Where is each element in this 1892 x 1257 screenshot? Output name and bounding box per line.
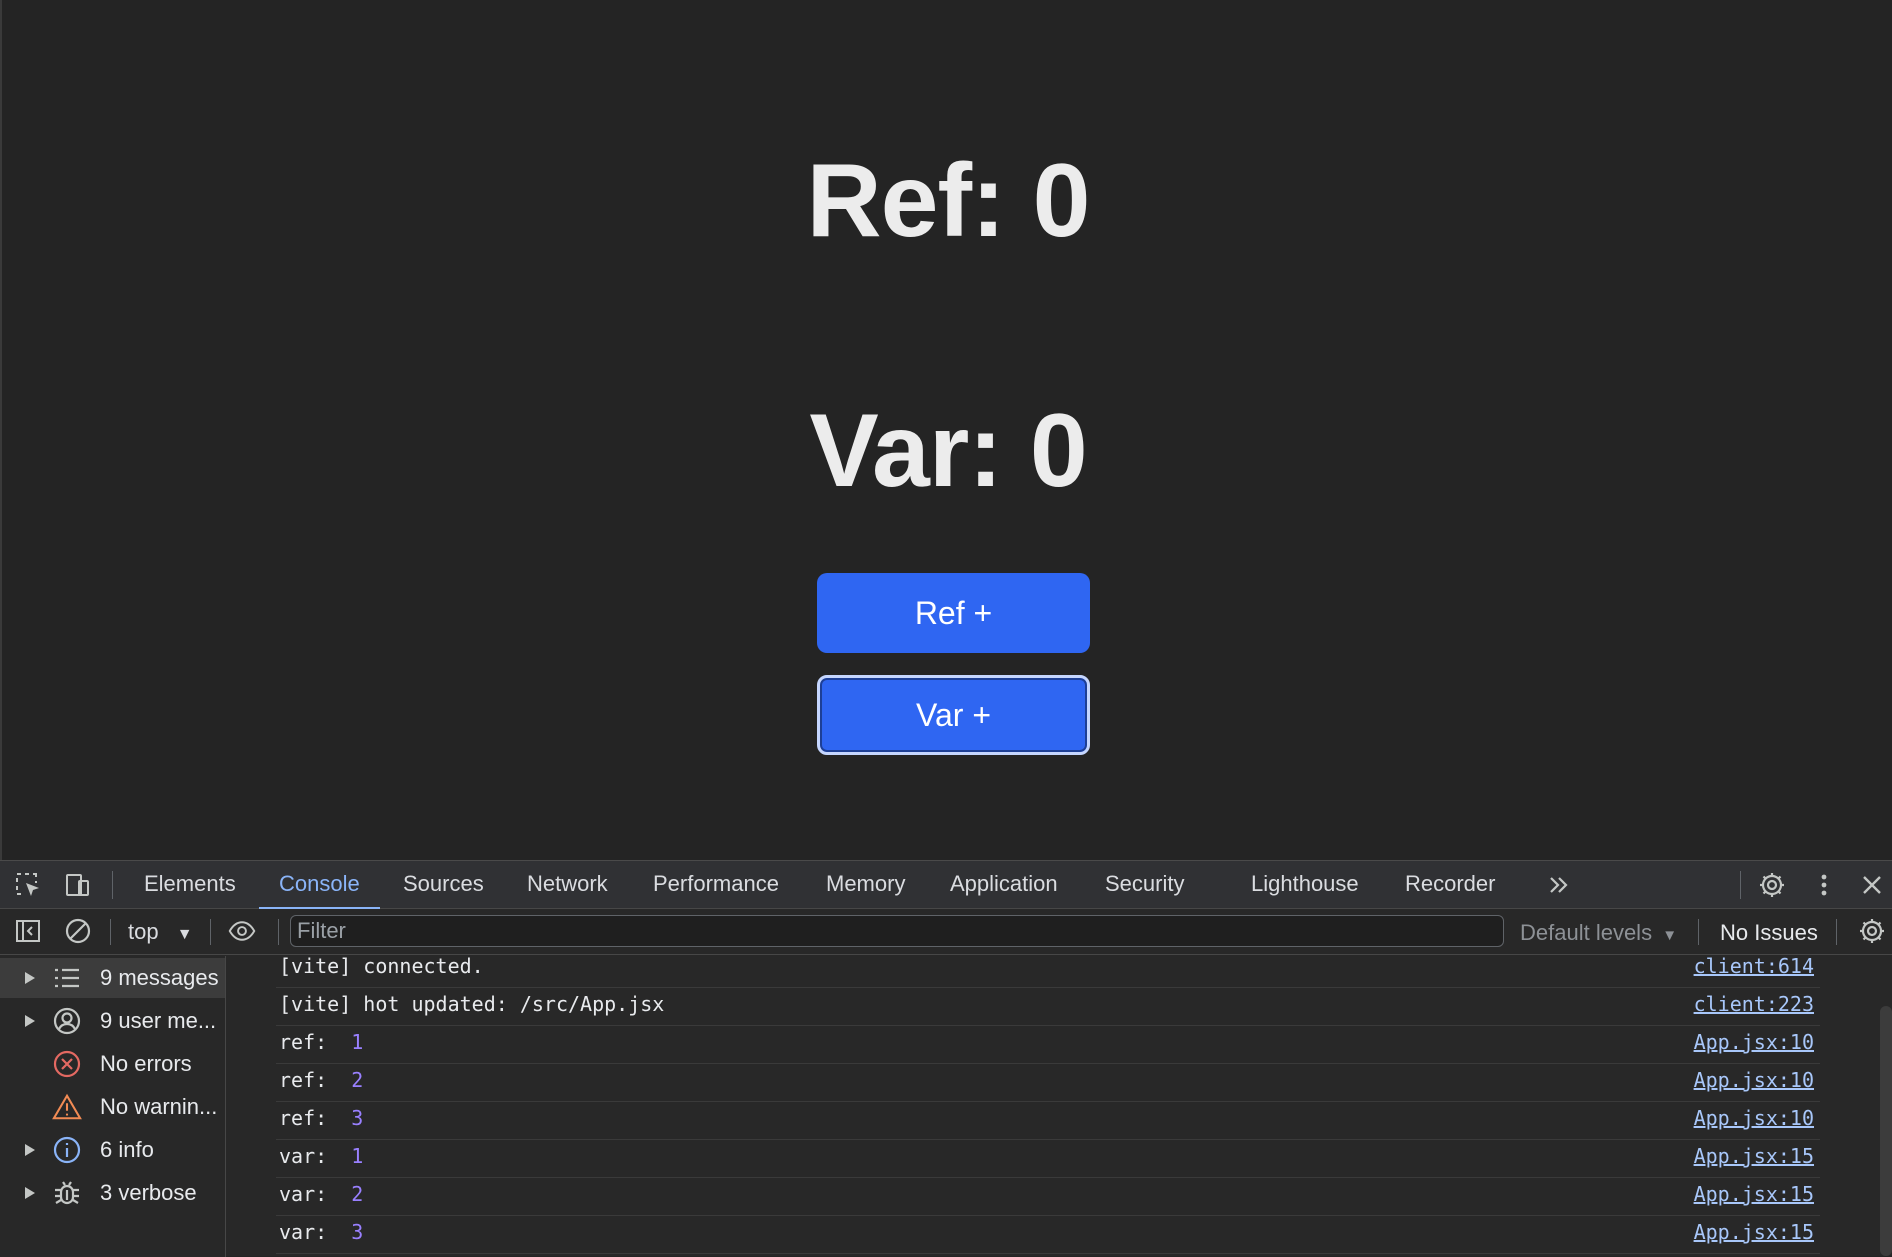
log-entry: ref: 3 App.jsx:10 bbox=[276, 1102, 1820, 1140]
var-counter-heading: Var: 0 bbox=[809, 393, 1087, 509]
more-vertical-icon[interactable] bbox=[1810, 871, 1838, 899]
expand-arrow-icon[interactable] bbox=[24, 1186, 36, 1200]
log-message: [vite] connected. bbox=[279, 956, 484, 978]
sidebar-item-warnings[interactable]: No warnin... bbox=[0, 1087, 225, 1127]
warning-icon bbox=[52, 1092, 82, 1122]
log-entry: var: 2 App.jsx:15 bbox=[276, 1178, 1820, 1216]
console-scrollbar[interactable] bbox=[1880, 1006, 1892, 1256]
sidebar-item-errors[interactable]: No errors bbox=[0, 1044, 225, 1084]
sidebar-item-label: 6 info bbox=[100, 1137, 154, 1162]
ref-increment-button[interactable]: Ref + bbox=[817, 573, 1090, 653]
log-message: var: bbox=[279, 1182, 352, 1206]
info-icon bbox=[52, 1135, 82, 1165]
tab-elements[interactable]: Elements bbox=[144, 861, 236, 909]
close-icon[interactable] bbox=[1858, 871, 1886, 899]
log-entry: var: 1 App.jsx:15 bbox=[276, 1140, 1820, 1178]
log-message: ref: bbox=[279, 1106, 352, 1130]
devtools-tabbar: Elements Console Sources Network Perform… bbox=[0, 861, 1892, 910]
list-icon bbox=[52, 963, 82, 993]
log-entry: [vite] hot updated: /src/App.jsx client:… bbox=[276, 988, 1820, 1026]
tab-performance[interactable]: Performance bbox=[653, 861, 779, 909]
page-viewport: Ref: 0 Var: 0 Ref + Var + bbox=[0, 0, 1892, 860]
dropdown-arrow-icon: ▼ bbox=[176, 926, 193, 943]
log-message: [vite] hot updated: /src/App.jsx bbox=[279, 992, 665, 1016]
tab-memory[interactable]: Memory bbox=[826, 861, 905, 909]
log-levels-label: Default levels bbox=[1520, 920, 1653, 945]
log-value: 2 bbox=[351, 1068, 364, 1092]
log-source-link[interactable]: client:614 bbox=[1694, 956, 1814, 978]
tab-sources[interactable]: Sources bbox=[403, 861, 484, 909]
sidebar-item-info[interactable]: 6 info bbox=[0, 1130, 225, 1170]
log-value: 2 bbox=[351, 1182, 364, 1206]
log-message: var: bbox=[279, 1144, 352, 1168]
log-entry: ref: 1 App.jsx:10 bbox=[276, 1026, 1820, 1064]
log-source-link[interactable]: App.jsx:15 bbox=[1694, 1220, 1814, 1244]
log-source-link[interactable]: App.jsx:10 bbox=[1694, 1030, 1814, 1054]
sidebar-item-label: No errors bbox=[100, 1051, 192, 1076]
live-expression-eye-icon[interactable] bbox=[228, 917, 256, 945]
device-toolbar-icon[interactable] bbox=[64, 871, 92, 899]
sidebar-item-label: No warnin... bbox=[100, 1094, 218, 1119]
sidebar-item-verbose[interactable]: 3 verbose bbox=[0, 1173, 225, 1213]
tab-application[interactable]: Application bbox=[950, 861, 1058, 909]
tab-recorder[interactable]: Recorder bbox=[1405, 861, 1495, 909]
log-value: 3 bbox=[351, 1220, 364, 1244]
log-message: var: bbox=[279, 1220, 352, 1244]
tab-network[interactable]: Network bbox=[527, 861, 608, 909]
log-value: 3 bbox=[351, 1106, 364, 1130]
console-settings-gear-icon[interactable] bbox=[1858, 917, 1886, 945]
tab-console[interactable]: Console bbox=[259, 861, 380, 910]
clear-console-icon[interactable] bbox=[64, 917, 92, 945]
user-icon bbox=[52, 1006, 82, 1036]
context-selector[interactable]: top ▼ bbox=[128, 919, 193, 945]
log-value: 1 bbox=[351, 1144, 364, 1168]
sidebar-item-label: 3 verbose bbox=[100, 1180, 197, 1205]
console-filter-input[interactable] bbox=[290, 915, 1504, 947]
issues-counter[interactable]: No Issues bbox=[1720, 920, 1818, 946]
tab-security[interactable]: Security bbox=[1105, 861, 1184, 909]
log-source-link[interactable]: App.jsx:10 bbox=[1694, 1106, 1814, 1130]
expand-arrow-icon[interactable] bbox=[24, 971, 36, 985]
log-levels-dropdown[interactable]: Default levels ▼ bbox=[1520, 920, 1677, 946]
sidebar-item-user-messages[interactable]: 9 user me... bbox=[0, 1001, 225, 1041]
log-message: ref: bbox=[279, 1030, 352, 1054]
sidebar-item-messages[interactable]: 9 messages bbox=[0, 958, 225, 998]
console-filter-bar: top ▼ Default levels ▼ No Issues bbox=[0, 909, 1892, 955]
ref-counter-heading: Ref: 0 bbox=[806, 143, 1091, 259]
sidebar-toggle-icon[interactable] bbox=[14, 917, 42, 945]
log-entry: [vite] connected. client:614 bbox=[276, 956, 1820, 988]
sidebar-item-label: 9 user me... bbox=[100, 1008, 217, 1033]
expand-arrow-icon[interactable] bbox=[24, 1014, 36, 1028]
log-source-link[interactable]: App.jsx:15 bbox=[1694, 1144, 1814, 1168]
log-entry: ref: 2 App.jsx:10 bbox=[276, 1064, 1820, 1102]
console-log: [vite] connected. client:614 [vite] hot … bbox=[276, 956, 1820, 1257]
log-source-link[interactable]: App.jsx:10 bbox=[1694, 1068, 1814, 1092]
settings-gear-icon[interactable] bbox=[1758, 871, 1786, 899]
chevron-double-right-icon[interactable] bbox=[1545, 871, 1573, 899]
context-label: top bbox=[128, 919, 159, 944]
bug-icon bbox=[52, 1178, 82, 1208]
sidebar-item-label: 9 messages bbox=[100, 965, 219, 990]
var-increment-button[interactable]: Var + bbox=[817, 675, 1090, 755]
devtools-panel: Elements Console Sources Network Perform… bbox=[0, 860, 1892, 1257]
log-message: ref: bbox=[279, 1068, 352, 1092]
console-sidebar: 9 messages 9 user me... No errors No war… bbox=[0, 956, 226, 1257]
error-icon bbox=[52, 1049, 82, 1079]
expand-arrow-icon[interactable] bbox=[24, 1143, 36, 1157]
log-source-link[interactable]: client:223 bbox=[1694, 992, 1814, 1016]
inspect-element-icon[interactable] bbox=[14, 871, 42, 899]
log-entry: var: 3 App.jsx:15 bbox=[276, 1216, 1820, 1254]
dropdown-arrow-icon: ▼ bbox=[1662, 927, 1678, 944]
tab-lighthouse[interactable]: Lighthouse bbox=[1251, 861, 1359, 909]
log-source-link[interactable]: App.jsx:15 bbox=[1694, 1182, 1814, 1206]
log-value: 1 bbox=[351, 1030, 364, 1054]
